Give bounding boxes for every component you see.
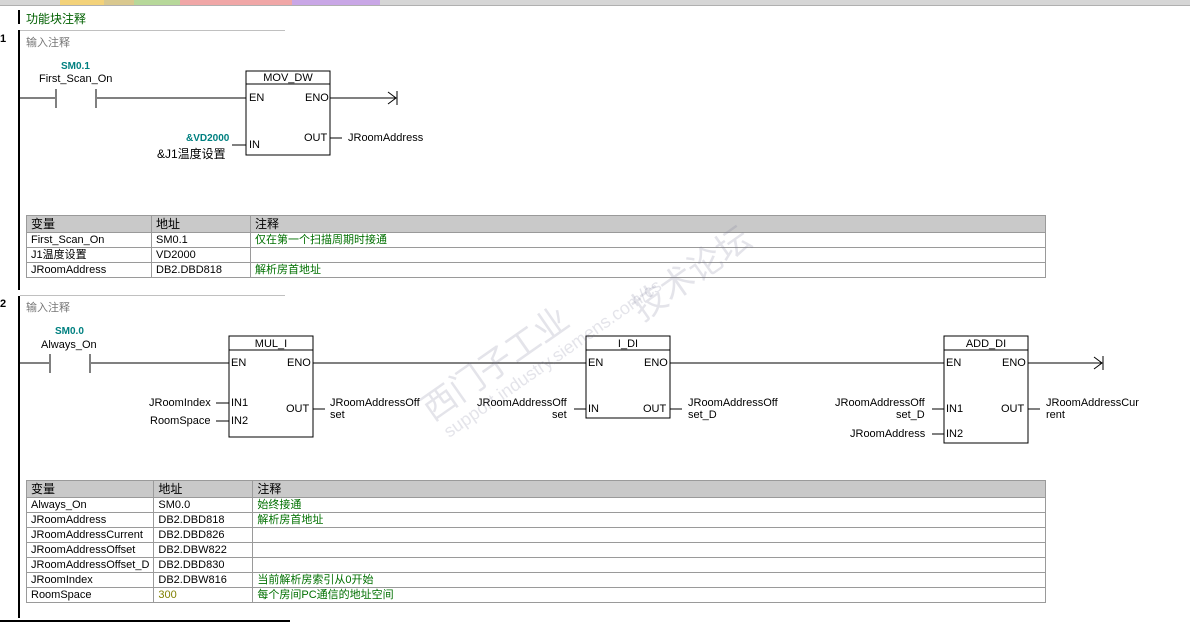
cell-variable[interactable]: JRoomIndex xyxy=(25,572,155,588)
cell-address[interactable]: 300 xyxy=(153,587,254,603)
out-operand[interactable]: JRoomAddressCur xyxy=(1046,397,1139,409)
cell-address[interactable]: DB2.DBD826 xyxy=(153,527,254,543)
table-row[interactable]: JRoomIndex DB2.DBW816 当前解析房索引从0开始 xyxy=(25,572,1046,588)
table-header-row: 变量 地址 注释 xyxy=(25,480,1046,498)
network-header-divider xyxy=(20,295,285,296)
cell-comment[interactable] xyxy=(250,247,1046,263)
cell-variable[interactable]: J1温度设置 xyxy=(26,247,152,263)
pin-eno: ENO xyxy=(305,92,329,104)
cell-variable[interactable]: JRoomAddress xyxy=(25,512,155,528)
network-number: 2 xyxy=(0,298,7,310)
out-operand-cont: rent xyxy=(1046,409,1065,421)
pin-out: OUT xyxy=(1001,403,1025,415)
pin-out: OUT xyxy=(643,403,667,415)
cell-variable[interactable]: JRoomAddressOffset_D xyxy=(25,557,155,573)
contact-symbol: Always_On xyxy=(41,339,97,351)
out-operand[interactable]: JRoomAddressOff xyxy=(330,397,420,409)
column-header-comment: 注释 xyxy=(250,215,1046,233)
contact-symbol: First_Scan_On xyxy=(39,73,113,85)
cell-variable[interactable]: JRoomAddressCurrent xyxy=(25,527,155,543)
cell-variable[interactable]: First_Scan_On xyxy=(26,232,152,248)
cell-address[interactable]: DB2.DBD830 xyxy=(153,557,254,573)
cell-comment[interactable] xyxy=(252,527,1046,543)
no-contact[interactable] xyxy=(48,353,92,375)
symbol-table: 变量 地址 注释 First_Scan_On SM0.1 仅在第一个扫描周期时接… xyxy=(26,215,1046,278)
no-contact[interactable] xyxy=(54,88,98,110)
pin-en: EN xyxy=(588,357,604,369)
network-comment[interactable]: 输入注释 xyxy=(26,34,70,50)
cell-comment[interactable]: 仅在第一个扫描周期时接通 xyxy=(250,232,1046,248)
pin-en: EN xyxy=(231,357,247,369)
in1-operand-cont: set_D xyxy=(896,409,925,421)
in1-operand[interactable]: JRoomAddressOff xyxy=(835,397,925,409)
contact-address: SM0.0 xyxy=(55,326,84,337)
cell-comment[interactable]: 每个房间PC通信的地址空间 xyxy=(252,587,1046,603)
network-comment[interactable]: 输入注释 xyxy=(26,299,70,315)
in1-operand[interactable]: JRoomIndex xyxy=(149,397,211,409)
network-header-divider xyxy=(20,30,285,31)
cell-address[interactable]: DB2.DBD818 xyxy=(151,262,251,278)
column-header-comment: 注释 xyxy=(252,480,1046,498)
cell-variable[interactable]: JRoomAddressOffset xyxy=(25,542,155,558)
cell-variable[interactable]: RoomSpace xyxy=(25,587,155,603)
pin-in: IN xyxy=(588,403,599,415)
table-row[interactable]: J1温度设置 VD2000 xyxy=(26,247,1046,263)
pin-in2: IN2 xyxy=(231,415,249,427)
table-row[interactable]: JRoomAddressOffset DB2.DBW822 xyxy=(25,542,1046,558)
in-operand-cont: set xyxy=(552,409,567,421)
table-row[interactable]: First_Scan_On SM0.1 仅在第一个扫描周期时接通 xyxy=(26,232,1046,248)
pin-eno: ENO xyxy=(287,357,311,369)
cell-address[interactable]: DB2.DBW816 xyxy=(153,572,254,588)
in2-operand[interactable]: RoomSpace xyxy=(150,415,211,427)
contact-address: SM0.1 xyxy=(61,61,90,72)
out-operand-cont: set xyxy=(330,409,345,421)
cell-comment[interactable] xyxy=(252,542,1046,558)
pin-out: OUT xyxy=(304,132,328,144)
pin-in1: IN1 xyxy=(231,397,249,409)
in-address: &VD2000 xyxy=(186,133,230,144)
out-operand[interactable]: JRoomAddress xyxy=(348,132,423,144)
table-row[interactable]: RoomSpace 300 每个房间PC通信的地址空间 xyxy=(25,587,1046,603)
table-row[interactable]: JRoomAddress DB2.DBD818 解析房首地址 xyxy=(25,512,1046,528)
column-header-address: 地址 xyxy=(151,215,251,233)
cell-address[interactable]: SM0.0 xyxy=(153,497,254,513)
pin-eno: ENO xyxy=(644,357,668,369)
pin-eno: ENO xyxy=(1002,357,1026,369)
out-operand-cont: set_D xyxy=(688,409,717,421)
column-header-variable: 变量 xyxy=(26,215,152,233)
cell-comment[interactable]: 始终接通 xyxy=(252,497,1046,513)
table-row[interactable]: JRoomAddressCurrent DB2.DBD826 xyxy=(25,527,1046,543)
pin-en: EN xyxy=(946,357,962,369)
symbol-table: 变量 地址 注释 Always_On SM0.0 始终接通 JRoomAddre… xyxy=(25,480,1046,603)
pin-in: IN xyxy=(249,139,260,151)
pin-out: OUT xyxy=(286,403,310,415)
in2-operand[interactable]: JRoomAddress xyxy=(850,428,925,440)
pin-in2: IN2 xyxy=(946,428,964,440)
cell-comment[interactable] xyxy=(252,557,1046,573)
network-number: 1 xyxy=(0,33,7,45)
table-row[interactable]: JRoomAddress DB2.DBD818 解析房首地址 xyxy=(26,262,1046,278)
table-row[interactable]: Always_On SM0.0 始终接通 xyxy=(25,497,1046,513)
cell-address[interactable]: VD2000 xyxy=(151,247,251,263)
cell-address[interactable]: DB2.DBD818 xyxy=(153,512,254,528)
column-header-variable: 变量 xyxy=(25,480,155,498)
table-row[interactable]: JRoomAddressOffset_D DB2.DBD830 xyxy=(25,557,1046,573)
cell-variable[interactable]: Always_On xyxy=(25,497,155,513)
cell-address[interactable]: SM0.1 xyxy=(151,232,251,248)
table-header-row: 变量 地址 注释 xyxy=(26,215,1046,233)
cell-address[interactable]: DB2.DBW822 xyxy=(153,542,254,558)
in-operand[interactable]: &J1温度设置 xyxy=(157,145,226,162)
cell-variable[interactable]: JRoomAddress xyxy=(26,262,152,278)
out-operand[interactable]: JRoomAddressOff xyxy=(688,397,778,409)
column-header-address: 地址 xyxy=(153,480,254,498)
pin-en: EN xyxy=(249,92,265,104)
cell-comment[interactable]: 当前解析房索引从0开始 xyxy=(252,572,1046,588)
pin-in1: IN1 xyxy=(946,403,964,415)
cell-comment[interactable]: 解析房首地址 xyxy=(252,512,1046,528)
